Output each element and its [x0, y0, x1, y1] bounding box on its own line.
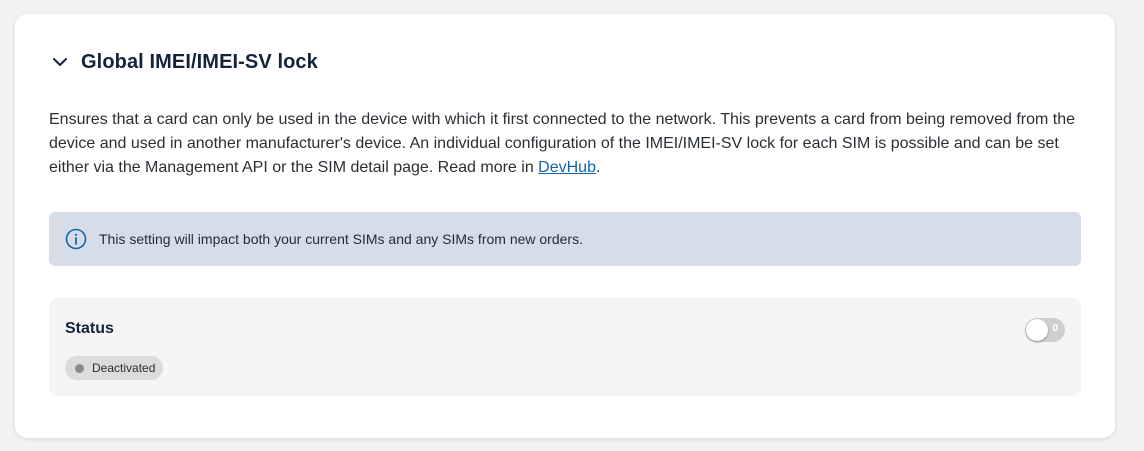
- section-title: Global IMEI/IMEI-SV lock: [81, 50, 318, 73]
- section-header[interactable]: Global IMEI/IMEI-SV lock: [51, 50, 318, 74]
- status-badge-text: Deactivated: [92, 361, 156, 375]
- toggle-state-text: 0: [1052, 323, 1058, 334]
- status-dot-icon: [75, 363, 84, 373]
- info-text: This setting will impact both your curre…: [99, 231, 583, 247]
- info-banner: This setting will impact both your curre…: [49, 212, 1081, 266]
- toggle-knob[interactable]: [1026, 319, 1048, 341]
- status-badge: Deactivated: [65, 356, 164, 380]
- devhub-link[interactable]: DevHub: [538, 159, 596, 176]
- status-label: Status: [65, 320, 114, 337]
- chevron-down-icon[interactable]: [51, 53, 69, 71]
- imei-lock-card: Global IMEI/IMEI-SV lock Ensures that a …: [15, 14, 1115, 438]
- status-panel: Status Deactivated 0: [49, 298, 1081, 396]
- description-end: .: [595, 159, 601, 176]
- info-circle-icon: [65, 228, 87, 250]
- section-description: Ensures that a card can only be used in …: [49, 108, 1089, 180]
- lock-toggle[interactable]: 0: [1025, 318, 1065, 342]
